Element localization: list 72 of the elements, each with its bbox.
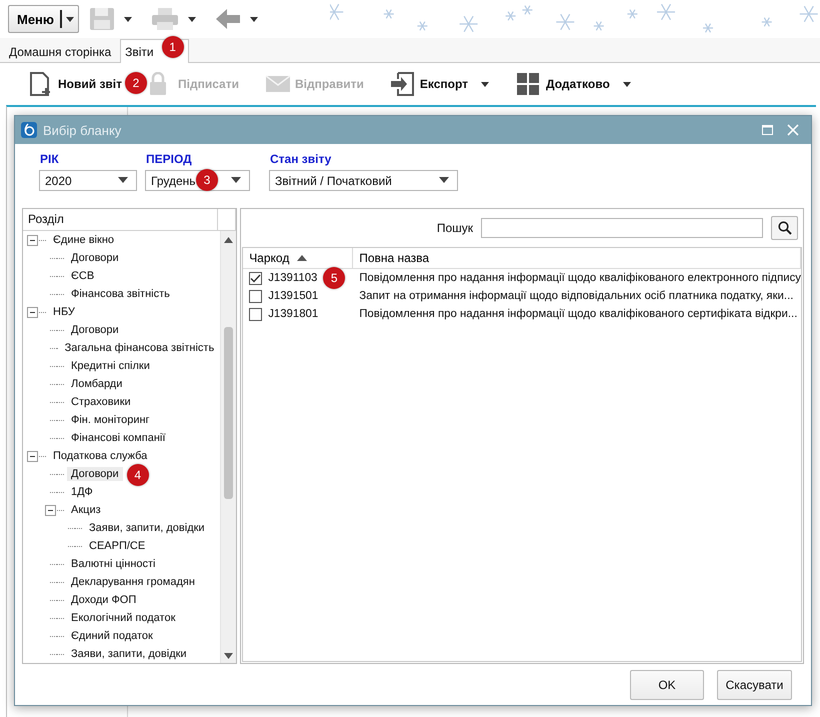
- tree-item[interactable]: Ломбарди: [67, 377, 126, 391]
- table-cell: J1391501: [268, 290, 318, 302]
- checkbox[interactable]: [249, 308, 262, 320]
- tree-item[interactable]: Валютні цінності: [67, 557, 160, 571]
- caret-icon: [118, 177, 128, 184]
- search-label: Пошук: [436, 221, 473, 235]
- column-header: Розділ: [23, 209, 218, 230]
- dropdown[interactable]: Звітний / Початковий: [269, 170, 458, 191]
- step-badge: 2: [125, 72, 148, 94]
- tree-item[interactable]: Договори: [67, 323, 123, 337]
- tree-item[interactable]: ЄСВ: [67, 269, 98, 283]
- table-cell-text: Повідомлення про надання інформації щодо кваліфікованого сертифіката відкри...: [358, 308, 798, 320]
- collapse-icon[interactable]: [27, 306, 38, 318]
- export-icon: [390, 72, 416, 96]
- app-logo-icon: [21, 122, 37, 138]
- tree-item[interactable]: Єдине вікно: [49, 233, 118, 247]
- dialog-button[interactable]: OK: [630, 670, 704, 700]
- table-cell-text: Повідомлення про надання інформації щодо кваліфікованого електронного підпису: [358, 272, 801, 284]
- scroll-down-icon: [224, 653, 234, 659]
- tree-item[interactable]: Декларування громадян: [67, 575, 199, 589]
- collapse-icon[interactable]: [27, 450, 38, 462]
- scrollbar-thumb[interactable]: [224, 327, 234, 499]
- caret-icon: [65, 16, 76, 22]
- scroll-up-icon: [224, 237, 234, 243]
- tree-item[interactable]: СЕАРП/СЕ: [85, 539, 150, 553]
- tree-item[interactable]: Доходи ФОП: [67, 593, 140, 607]
- caret-icon: [439, 177, 449, 184]
- toolbar-button[interactable]: Новий звіт: [28, 72, 122, 96]
- step-badge: 4: [126, 464, 149, 486]
- tree-item[interactable]: Фін. моніторинг: [67, 413, 154, 427]
- tree-item[interactable]: Єдиний податок: [67, 629, 157, 643]
- toolbar-button[interactable]: Додатково: [516, 72, 632, 96]
- tree-item[interactable]: Фінансові компанії: [67, 431, 170, 445]
- checkbox[interactable]: [249, 290, 262, 302]
- search-icon: [778, 221, 792, 235]
- tree-item[interactable]: Акциз: [67, 503, 105, 517]
- step-badge: 3: [196, 169, 218, 191]
- step-badge: 1: [162, 36, 184, 58]
- dialog-title: Вибір бланку: [43, 122, 122, 138]
- collapse-icon[interactable]: [27, 234, 38, 246]
- search-field[interactable]: [481, 218, 763, 238]
- tree-item[interactable]: Заяви, запити, довідки: [85, 521, 209, 535]
- field-label: ПЕРІОД: [145, 152, 193, 166]
- caret-icon: [231, 177, 241, 184]
- tree-item[interactable]: НБУ: [49, 305, 79, 319]
- tree-item[interactable]: Заяви, запити, довідки: [67, 647, 191, 661]
- search-button[interactable]: [771, 216, 798, 240]
- checkbox[interactable]: [249, 272, 262, 284]
- tree-item[interactable]: Екологічний податок: [67, 611, 180, 625]
- tab[interactable]: Домашня сторінка: [4, 41, 120, 62]
- field-label: РІК: [39, 152, 60, 166]
- field-label: Стан звіту: [269, 152, 332, 166]
- table-cell: J1391103: [268, 272, 318, 284]
- tree-item[interactable]: Договори: [67, 467, 123, 481]
- table-cell-text: Запит на отримання інформації щодо відповідальних осіб платника податку, яки...: [358, 290, 794, 302]
- step-badge: 5: [323, 266, 346, 288]
- tree-item[interactable]: 1ДФ: [67, 485, 97, 499]
- tree-item[interactable]: Страховики: [67, 395, 135, 409]
- table-cell: J1391801: [268, 308, 318, 320]
- tree-item[interactable]: Податкова служба: [49, 449, 152, 463]
- menu-button[interactable]: Меню: [8, 5, 80, 33]
- tree-item[interactable]: Фінансова звітність: [67, 287, 174, 301]
- toolbar-button[interactable]: Експорт: [390, 72, 490, 96]
- dropdown[interactable]: Грудень 3: [145, 170, 250, 191]
- tree-item[interactable]: Кредитні спілки: [67, 359, 154, 373]
- tree-item[interactable]: Договори: [67, 251, 123, 265]
- dropdown[interactable]: 2020: [39, 170, 137, 191]
- tree-item[interactable]: Загальна фінансова звітність: [60, 341, 218, 355]
- collapse-icon[interactable]: [45, 504, 56, 516]
- dialog-button[interactable]: Скасувати: [717, 670, 792, 700]
- tab[interactable]: Звіти 1: [120, 39, 189, 63]
- scrollbar[interactable]: [220, 231, 236, 663]
